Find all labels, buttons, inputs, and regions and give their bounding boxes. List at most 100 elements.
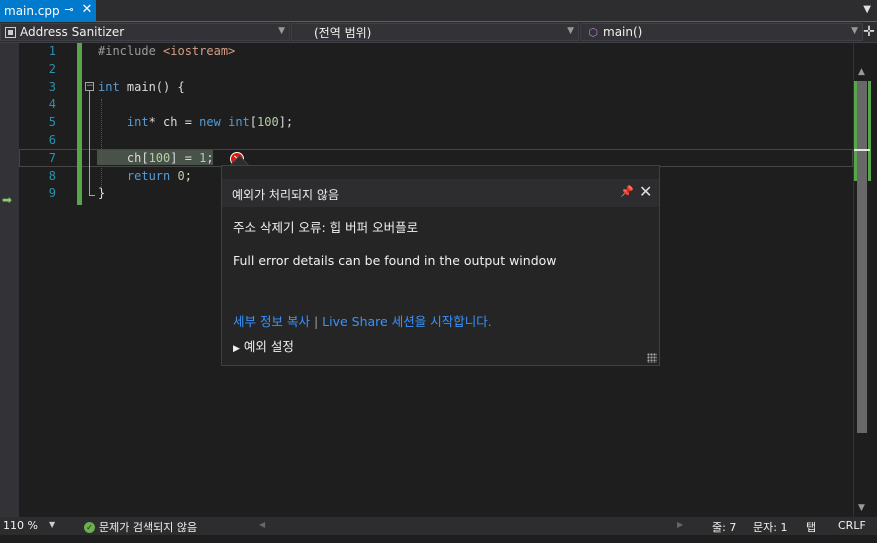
pin-tab-icon[interactable]: ⊸: [62, 3, 76, 17]
zoom-level[interactable]: 110 %: [3, 519, 38, 532]
editor-status-bar: 110 % ▼ ✓ 문제가 검색되지 않음 ◀ ▶ 줄: 7 문자: 1 탭 C…: [0, 517, 877, 535]
project-dropdown-label: Address Sanitizer: [20, 25, 125, 39]
check-circle-icon: ✓: [84, 521, 95, 533]
line-number: 9: [48, 186, 56, 201]
split-editor-icon[interactable]: ✛: [863, 23, 875, 41]
exception-settings-expander[interactable]: ▶ 예외 설정: [233, 336, 294, 355]
line-indicator: 줄: 7: [712, 521, 737, 534]
exception-detail: Full error details can be found in the o…: [233, 253, 557, 268]
code-token: int: [98, 79, 120, 94]
column-indicator: 문자: 1: [753, 521, 788, 534]
scope-dropdown[interactable]: (전역 범위) ▼: [291, 23, 579, 41]
code-token: * ch =: [148, 115, 200, 130]
exception-message: 주소 삭제기 오류: 힙 버퍼 오버플로: [233, 220, 419, 235]
bottom-edge: [0, 535, 877, 543]
code-text: #include <iostream>: [98, 42, 235, 60]
project-dropdown[interactable]: Address Sanitizer ▼: [0, 23, 290, 41]
code-line[interactable]: 1 #include <iostream>: [19, 42, 853, 60]
line-number: 6: [48, 133, 56, 147]
link-separator: |: [313, 314, 319, 329]
indicator-margin: ➡: [0, 43, 19, 517]
code-line[interactable]: 2: [19, 60, 853, 78]
tab-label: main.cpp: [4, 3, 60, 18]
chevron-down-icon: ▼: [278, 26, 285, 36]
scroll-down-icon[interactable]: ▼: [858, 503, 865, 513]
close-tab-icon[interactable]: ✕: [80, 2, 94, 17]
code-text: return 0;: [98, 167, 192, 185]
tab-overflow-dropdown-icon[interactable]: ▼: [863, 4, 871, 15]
popup-links: 세부 정보 복사 | Live Share 세션을 시작합니다.: [233, 311, 492, 330]
code-token: 100: [148, 150, 171, 165]
live-share-link[interactable]: Live Share 세션을 시작합니다.: [322, 314, 492, 329]
code-token: ;: [184, 168, 192, 183]
code-line[interactable]: 5 int* ch = new int[100];: [19, 113, 853, 131]
exception-helper-popup: 예외가 처리되지 않음 📌 ✕ 주소 삭제기 오류: 힙 버퍼 오버플로 Ful…: [221, 165, 660, 366]
close-icon[interactable]: ✕: [639, 182, 652, 201]
resize-grip-icon[interactable]: [647, 353, 657, 363]
chevron-down-icon: ▼: [851, 26, 858, 36]
code-text: }: [98, 184, 105, 202]
code-token: ch[: [98, 150, 149, 165]
document-tab-strip: main.cpp ⊸ ✕ ▼: [0, 0, 877, 21]
exception-settings-label: 예외 설정: [243, 339, 294, 354]
code-token: return: [126, 168, 171, 183]
scroll-up-icon[interactable]: ▲: [858, 67, 865, 77]
code-token: [: [249, 115, 258, 130]
code-token: 100: [257, 115, 279, 130]
line-number: 4: [48, 97, 56, 112]
code-token: <iostream>: [163, 44, 236, 58]
scroll-left-icon[interactable]: ◀: [259, 520, 265, 529]
chevron-down-icon: ▼: [567, 26, 574, 36]
member-dropdown[interactable]: ⬡ main() ▼: [580, 23, 863, 41]
code-token: }: [98, 186, 106, 201]
code-token: ];: [278, 115, 294, 130]
scrollbar-caret-marker: [854, 149, 870, 151]
code-text: int main() {: [98, 78, 185, 96]
code-token: ;: [206, 150, 214, 165]
vertical-scrollbar[interactable]: ▲ ▼: [853, 43, 871, 517]
line-number: 3: [48, 79, 56, 94]
code-line[interactable]: 6: [19, 131, 853, 149]
method-icon: ⬡: [588, 25, 598, 39]
tab-main-cpp[interactable]: main.cpp ⊸ ✕: [0, 0, 96, 21]
zoom-dropdown-icon[interactable]: ▼: [49, 520, 55, 529]
expand-triangle-icon: ▶: [233, 344, 240, 354]
code-line[interactable]: 4: [19, 95, 853, 113]
code-token: int: [228, 115, 250, 130]
code-token: main() {: [119, 79, 185, 94]
line-number: 7: [48, 150, 56, 165]
line-ending[interactable]: CRLF: [838, 519, 866, 532]
copy-details-link[interactable]: 세부 정보 복사: [233, 314, 310, 329]
code-token: 0: [177, 168, 185, 183]
code-line[interactable]: 3 int main() {: [19, 78, 853, 96]
code-text: ch[100] = 1;: [98, 149, 214, 167]
scroll-right-icon[interactable]: ▶: [677, 520, 683, 529]
popup-title: 예외가 처리되지 않음: [232, 188, 339, 202]
line-number: 5: [48, 115, 56, 130]
code-token: #include: [98, 44, 164, 58]
line-number: 8: [48, 168, 56, 183]
code-token: new: [199, 115, 221, 130]
scope-dropdown-label: (전역 범위): [314, 25, 372, 40]
code-token: ] =: [170, 150, 200, 165]
code-text: int* ch = new int[100];: [98, 113, 293, 131]
indent-mode[interactable]: 탭: [806, 519, 816, 535]
issues-indicator[interactable]: ✓ 문제가 검색되지 않음: [84, 519, 197, 535]
navigation-bar: Address Sanitizer ▼ (전역 범위) ▼ ⬡ main() ▼…: [0, 22, 877, 43]
code-token: int: [126, 115, 149, 130]
line-number: 2: [48, 61, 56, 76]
project-icon: [5, 26, 16, 38]
pin-icon[interactable]: 📌: [620, 185, 634, 198]
scrollbar-change-marker: [868, 81, 871, 181]
line-number: 1: [48, 44, 56, 58]
issues-label: 문제가 검색되지 않음: [99, 521, 198, 534]
popup-header: 예외가 처리되지 않음 📌 ✕: [222, 179, 659, 207]
scrollbar-change-marker: [854, 81, 857, 181]
next-statement-arrow-icon[interactable]: ➡: [2, 193, 12, 207]
member-dropdown-label: main(): [603, 25, 643, 39]
scroll-thumb[interactable]: [857, 81, 867, 433]
